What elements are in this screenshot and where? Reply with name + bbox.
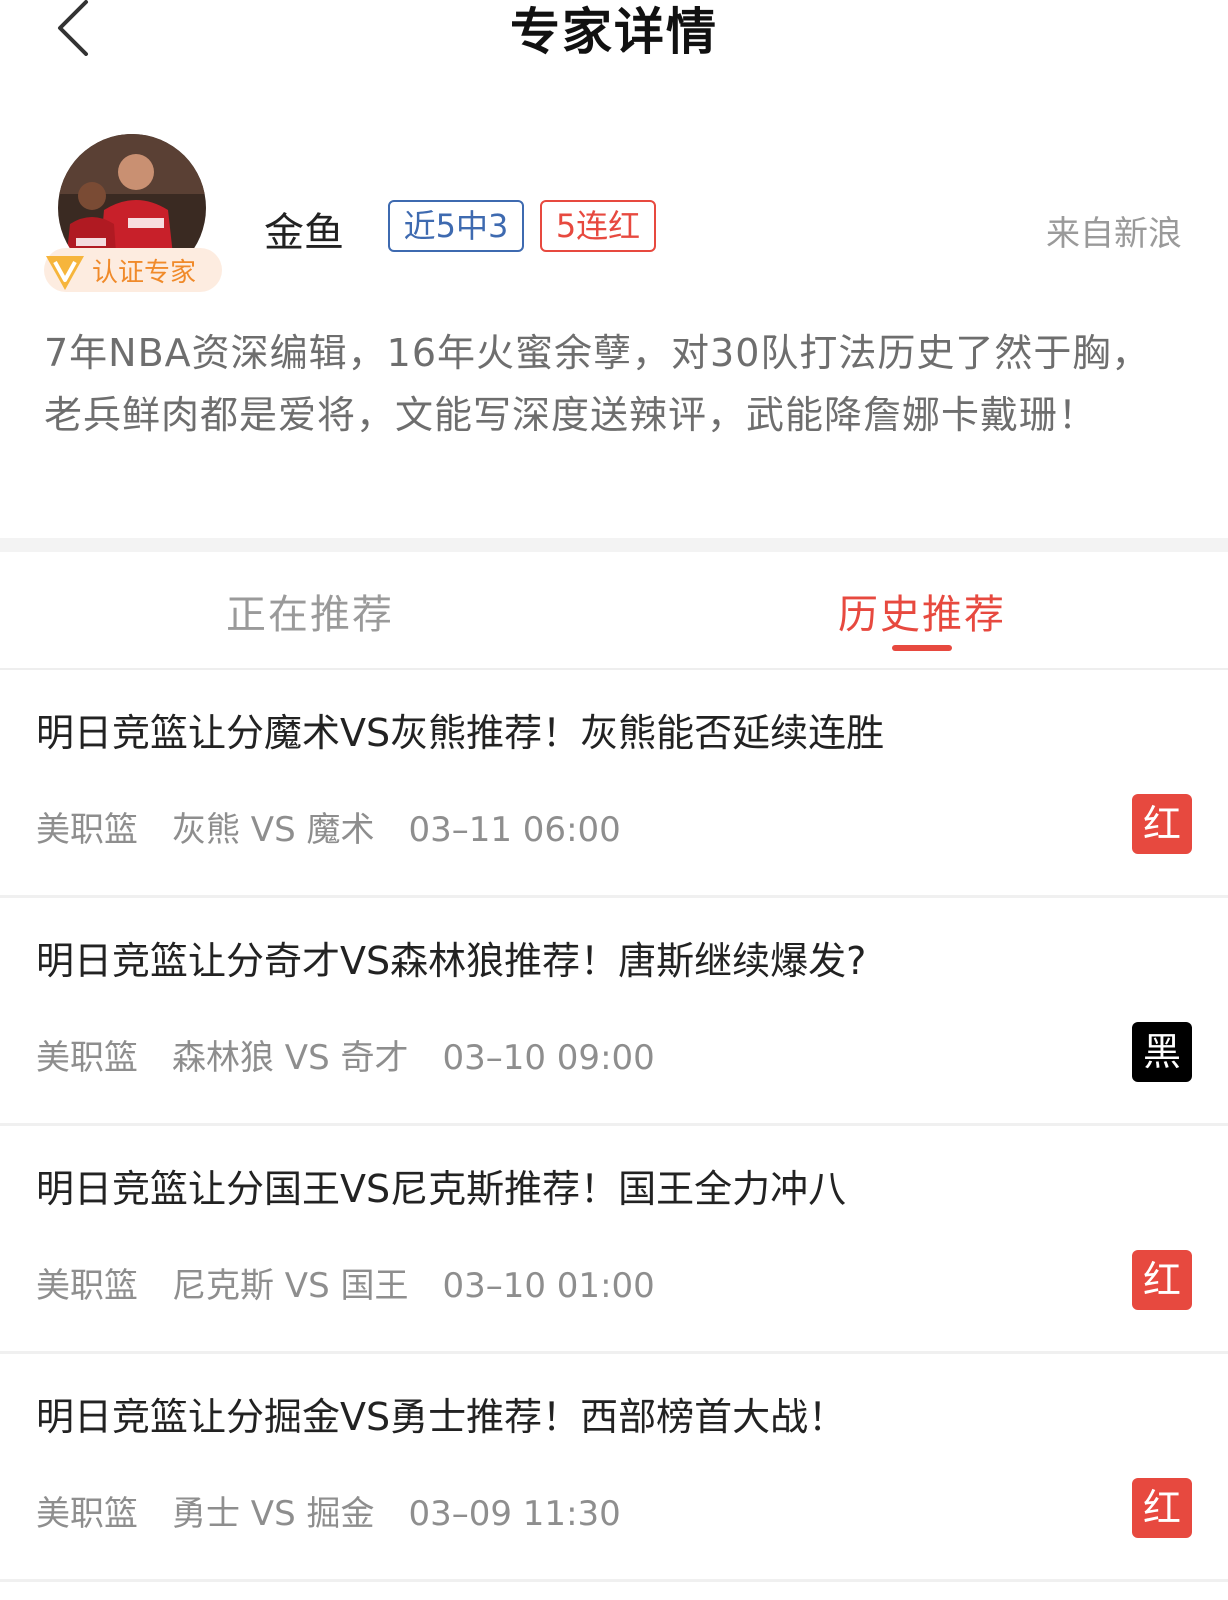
expert-intro: 7年NBA资深编辑，16年火蜜余孽，对30队打法历史了然于胸，老兵鲜肉都是爱将，… — [44, 331, 1151, 437]
item-title: 明日竞篮让分国王VS尼克斯推荐！国王全力冲八 — [36, 1167, 847, 1211]
item-title: 明日竞篮让分掘金VS勇士推荐！西部榜首大战！ — [36, 1395, 847, 1439]
item-league: 美职篮 — [36, 1494, 138, 1534]
item-title: 明日竞篮让分奇才VS森林狼推荐！唐斯继续爆发? — [36, 939, 867, 983]
verified-v-icon — [44, 248, 86, 292]
list-item[interactable]: 明日竞篮让分魔术VS灰熊推荐！灰熊能否延续连胜 美职篮 灰熊 VS 魔术 03–11… — [0, 670, 1228, 898]
item-match: 灰熊 VS 魔术 — [172, 810, 375, 850]
list-item[interactable]: 明日竞篮让分掘金VS勇士推荐！西部榜首大战！ 美职篮 勇士 VS 掘金 03–09 … — [0, 1354, 1228, 1582]
result-badge: 红 — [1132, 1478, 1192, 1538]
item-meta: 美职篮 尼克斯 VS 国王 03–10 01:00 — [36, 1258, 689, 1307]
item-time: 03–10 09:00 — [442, 1038, 655, 1078]
item-meta: 美职篮 森林狼 VS 奇才 03–10 09:00 — [36, 1030, 689, 1079]
history-list: 明日竞篮让分魔术VS灰熊推荐！灰熊能否延续连胜 美职篮 灰熊 VS 魔术 03–11… — [0, 670, 1228, 1582]
active-tab-indicator — [892, 645, 952, 651]
source-label: 来自新浪 — [1046, 214, 1182, 254]
streak-tag: 5连红 — [540, 200, 656, 252]
expert-name: 金鱼 — [264, 210, 344, 256]
page-title: 专家详情 — [510, 3, 718, 61]
tab-current-recommend[interactable]: 正在推荐 — [226, 582, 394, 640]
certified-label: 认证专家 — [92, 258, 197, 288]
result-badge: 黑 — [1132, 1022, 1192, 1082]
item-title: 明日竞篮让分魔术VS灰熊推荐！灰熊能否延续连胜 — [36, 711, 885, 755]
item-match: 勇士 VS 掘金 — [172, 1494, 375, 1534]
record-tag: 近5中3 — [388, 200, 524, 252]
tab-history-recommend[interactable]: 历史推荐 — [838, 582, 1006, 640]
item-league: 美职篮 — [36, 810, 138, 850]
item-meta: 美职篮 勇士 VS 掘金 03–09 11:30 — [36, 1486, 655, 1535]
item-match: 尼克斯 VS 国王 — [172, 1266, 409, 1306]
item-match: 森林狼 VS 奇才 — [172, 1038, 409, 1078]
list-item[interactable]: 明日竞篮让分国王VS尼克斯推荐！国王全力冲八 美职篮 尼克斯 VS 国王 03–10… — [0, 1126, 1228, 1354]
section-divider — [0, 538, 1228, 552]
nav-bar: 专家详情 — [0, 0, 1228, 70]
item-time: 03–11 06:00 — [408, 810, 621, 850]
result-badge: 红 — [1132, 794, 1192, 854]
list-item[interactable]: 明日竞篮让分奇才VS森林狼推荐！唐斯继续爆发? 美职篮 森林狼 VS 奇才 03–1… — [0, 898, 1228, 1126]
item-league: 美职篮 — [36, 1038, 138, 1078]
item-meta: 美职篮 灰熊 VS 魔术 03–11 06:00 — [36, 802, 655, 851]
item-time: 03–09 11:30 — [408, 1494, 621, 1534]
result-badge: 红 — [1132, 1250, 1192, 1310]
item-time: 03–10 01:00 — [442, 1266, 655, 1306]
certified-badge: 认证专家 — [44, 248, 222, 292]
item-league: 美职篮 — [36, 1266, 138, 1306]
